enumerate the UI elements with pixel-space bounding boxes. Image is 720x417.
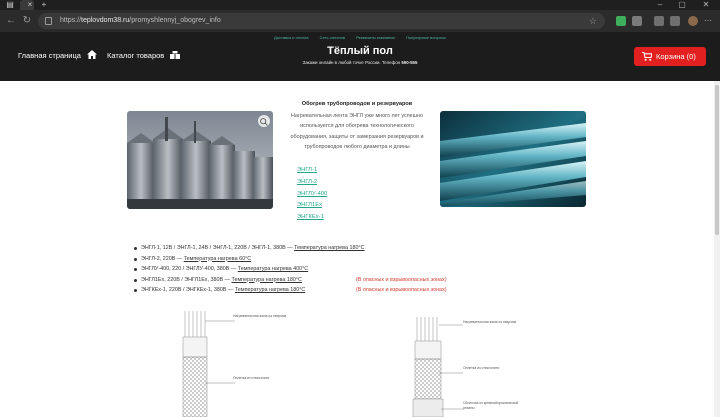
- extension-icon[interactable]: [616, 16, 626, 26]
- temp-link[interactable]: Температура нагрева 180°С: [231, 277, 301, 283]
- close-window-icon[interactable]: ✕: [698, 0, 714, 10]
- minimize-icon[interactable]: –: [652, 0, 668, 10]
- bookmark-star-icon[interactable]: ☆: [589, 15, 597, 27]
- pipes-photo[interactable]: [440, 111, 586, 207]
- phone-number[interactable]: 590-555: [401, 60, 417, 65]
- section-title: Обогрев трубопроводов и резервуаров: [301, 101, 413, 107]
- reload-icon[interactable]: ↻: [20, 14, 34, 28]
- section-description: Нагревательная лента ЭНГЛ уже много лет …: [290, 113, 424, 150]
- site-subtitle: Закажи онлайн в любой точке России. Теле…: [302, 60, 418, 65]
- link-engl-1[interactable]: ЭНГЛ-1: [297, 165, 327, 177]
- product-links: ЭНГЛ-1 ЭНГЛ-2 ЭНГЛУ-400 ЭНГЛ1Ех ЭНГКЕх-1: [297, 165, 327, 224]
- temp-link[interactable]: Температура нагрева 180°С: [235, 287, 305, 293]
- header-top-links: Доставка и оплата Сеть салонов Реквизиты…: [0, 35, 720, 40]
- bullet-icon: [134, 278, 137, 282]
- link-engl-2[interactable]: ЭНГЛ-2: [297, 177, 327, 189]
- favorites-icon[interactable]: [654, 16, 664, 26]
- company-details-link[interactable]: Реквизиты компании: [356, 35, 395, 40]
- lock-icon: [45, 17, 52, 25]
- list-item: ЭНГЛ1Ех, 220В / ЭНГЛ1Ех, 380В — Температ…: [134, 275, 554, 286]
- profile-avatar[interactable]: [688, 16, 698, 26]
- browser-toolbar: ← ↻ https://teplovdom38.ru/promyshlennyj…: [0, 10, 720, 32]
- cart-icon: [642, 52, 652, 61]
- zoom-image-icon[interactable]: [258, 115, 270, 127]
- list-item: ЭНГЛ-1, 12В / ЭНГЛ-1, 24В / ЭНГЛ-1, 220В…: [134, 243, 554, 254]
- temp-link[interactable]: Температура нагрева 180°С: [294, 245, 364, 251]
- close-tab-icon[interactable]: ×: [26, 1, 34, 9]
- scrollbar-thumb[interactable]: [715, 85, 719, 235]
- stores-link[interactable]: Сеть салонов: [320, 35, 345, 40]
- silos-photo[interactable]: [127, 111, 273, 209]
- link-engl1ex[interactable]: ЭНГЛ1Ех: [297, 200, 327, 212]
- hazard-zone-note: (В опасных и взрывоопасных зонах): [356, 287, 447, 293]
- site-title: Тёплый пол: [327, 45, 393, 57]
- link-englu-400[interactable]: ЭНГЛУ-400: [297, 189, 327, 201]
- delivery-link[interactable]: Доставка и оплата: [274, 35, 309, 40]
- collections-icon[interactable]: [670, 16, 680, 26]
- link-engkex-1[interactable]: ЭНГКЕх-1: [297, 212, 327, 224]
- cart-label: Корзина (0): [656, 52, 696, 61]
- temp-link[interactable]: Температура нагрева 400°С: [238, 266, 308, 272]
- label-silicone-sheath: Оболочка из кремнийорганической резины: [463, 401, 519, 410]
- list-item: ЭНГЛУ-400, 220 / ЭНГЛУ-400, 380В — Темпе…: [134, 264, 554, 275]
- site-header: Доставка и оплата Сеть салонов Реквизиты…: [0, 32, 720, 81]
- extension-icon[interactable]: [632, 16, 642, 26]
- bullet-icon: [134, 247, 137, 250]
- label-fiberglass-braid: Оплетка из стеклонити: [463, 366, 500, 370]
- more-menu-icon[interactable]: ⋯: [704, 16, 714, 26]
- maximize-icon[interactable]: ▢: [674, 0, 690, 10]
- label-heating-core: Нагревательная жила из нихрома: [463, 320, 517, 324]
- temp-link[interactable]: Температура нагрева 60°С: [184, 256, 251, 262]
- cart-button[interactable]: Корзина (0): [634, 47, 706, 66]
- bullet-icon: [134, 268, 137, 271]
- bullet-icon: [134, 257, 137, 261]
- address-bar[interactable]: https://teplovdom38.ru/promyshlennyj_obo…: [38, 13, 605, 29]
- list-item: ЭНГКЕх-1, 220В / ЭНГКЕх-1, 380В — Темпер…: [134, 285, 554, 296]
- list-item: ЭНГЛ-2, 220В — Температура нагрева 60°С: [134, 254, 554, 265]
- back-icon[interactable]: ←: [4, 14, 18, 28]
- bullet-icon: [134, 289, 137, 292]
- page-content: Обогрев трубопроводов и резервуаров Нагр…: [0, 81, 720, 417]
- tab-actions-icon[interactable]: ▤: [6, 1, 14, 9]
- faq-link[interactable]: Популярные вопросы: [406, 35, 446, 40]
- label-heating-core: Нагревательная жила из нихрома: [233, 314, 287, 318]
- spec-list: ЭНГЛ-1, 12В / ЭНГЛ-1, 24В / ЭНГЛ-1, 220В…: [134, 243, 554, 296]
- url-text: https://teplovdom38.ru/promyshlennyj_obo…: [60, 17, 221, 24]
- cable-diagram-left: [182, 311, 235, 417]
- label-fiberglass-braid: Оплетка из стеклонити: [233, 376, 270, 380]
- browser-tabstrip: ▤ × + – ▢ ✕: [0, 0, 720, 10]
- hazard-zone-note: (В опасных и взрывоопасных зонах): [356, 276, 447, 283]
- new-tab-icon[interactable]: +: [40, 1, 48, 9]
